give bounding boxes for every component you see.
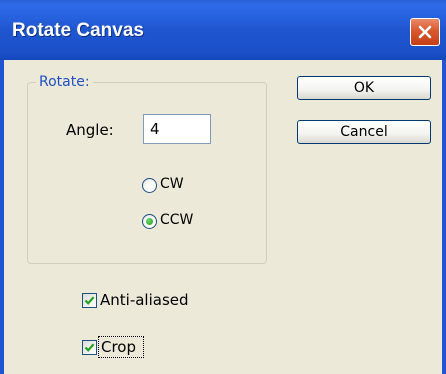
rotate-group-label: Rotate: <box>36 74 93 90</box>
anti-aliased-checkbox[interactable] <box>82 293 97 308</box>
angle-label: Angle: <box>66 121 114 139</box>
close-icon <box>418 25 432 39</box>
anti-aliased-label[interactable]: Anti-aliased <box>100 291 189 309</box>
angle-input[interactable] <box>143 114 211 144</box>
rotate-groupbox <box>27 82 267 264</box>
crop-label[interactable]: Crop <box>101 338 136 356</box>
ok-button[interactable]: OK <box>297 76 431 100</box>
check-icon <box>84 343 95 352</box>
cancel-button[interactable]: Cancel <box>297 120 431 144</box>
close-button[interactable] <box>410 18 440 46</box>
check-icon <box>84 296 95 305</box>
cw-radio[interactable] <box>142 178 157 193</box>
title-bar[interactable]: Rotate Canvas <box>0 0 446 60</box>
window-border-right <box>442 60 446 374</box>
ccw-radio[interactable] <box>142 214 157 229</box>
radio-selected-dot <box>146 218 153 225</box>
cw-radio-label[interactable]: CW <box>160 176 184 192</box>
rotate-canvas-dialog: Rotate Canvas Rotate: Angle: CW CCW Anti… <box>0 0 446 374</box>
dialog-title: Rotate Canvas <box>12 20 144 41</box>
crop-checkbox[interactable] <box>82 340 97 355</box>
window-border-left <box>0 60 4 374</box>
ccw-radio-label[interactable]: CCW <box>160 212 193 228</box>
